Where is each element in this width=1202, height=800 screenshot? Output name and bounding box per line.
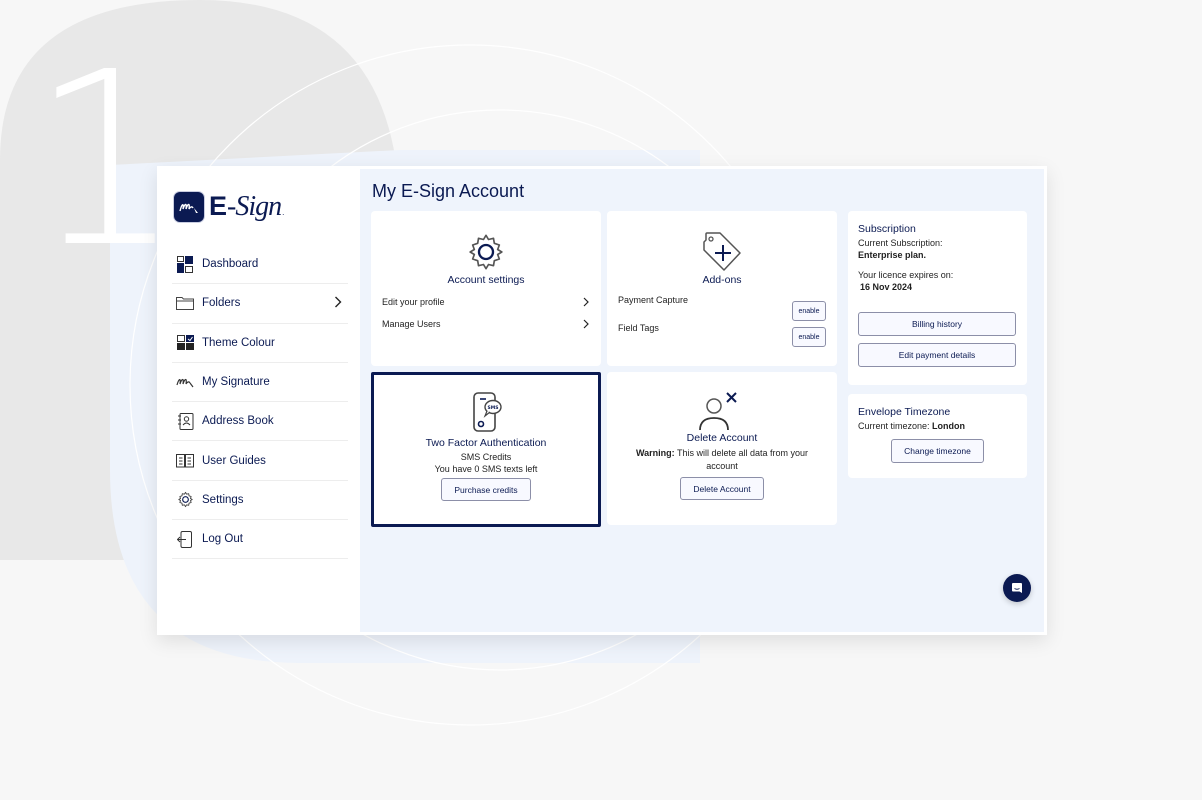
addons-title: Add-ons (702, 274, 742, 286)
addons-card: Add-ons Payment Capture enable Field Tag… (607, 211, 837, 366)
sms-badge-text: SMS (488, 405, 499, 411)
sidebar-item-my-signature[interactable]: My Signature (172, 363, 348, 403)
edit-profile-link[interactable]: Edit your profile (382, 297, 590, 307)
page-title: My E-Sign Account (372, 181, 525, 201)
current-subscription-value: Enterprise plan. (858, 250, 927, 260)
account-settings-card: Account settings Edit your profile Manag… (371, 211, 601, 366)
address-book-icon (176, 412, 194, 430)
sidebar-item-log-out[interactable]: Log Out (172, 520, 348, 560)
sidebar-item-label: Dashboard (202, 258, 259, 271)
brand-logo[interactable]: E -Sign . (174, 187, 348, 227)
signature-icon (176, 373, 194, 391)
gear-icon (176, 491, 194, 509)
folder-icon (176, 294, 194, 312)
addon-row: Field Tags enable (618, 323, 826, 347)
main-content: My E-Sign Account Account settings Edit … (360, 169, 1044, 632)
addon-label: Field Tags (618, 323, 659, 333)
app-window: E -Sign . Dashboard Folders Theme Colour… (157, 166, 1047, 635)
sidebar-item-label: My Signature (202, 376, 270, 389)
current-timezone-value: London (932, 421, 966, 431)
edit-payment-details-button[interactable]: Edit payment details (858, 343, 1016, 367)
gear-icon (371, 232, 601, 274)
signature-logo-icon (174, 192, 204, 222)
change-timezone-button[interactable]: Change timezone (891, 439, 984, 463)
purchase-credits-button[interactable]: Purchase credits (441, 478, 531, 501)
user-remove-icon (607, 390, 837, 432)
edit-profile-label: Edit your profile (382, 297, 445, 307)
current-subscription-label: Current Subscription: (858, 238, 943, 248)
two-factor-title: Two Factor Authentication (425, 437, 547, 449)
addon-label: Payment Capture (618, 295, 689, 305)
manage-users-label: Manage Users (382, 319, 441, 329)
sms-credits-label: SMS Credits (460, 452, 512, 462)
sidebar-item-address-book[interactable]: Address Book (172, 402, 348, 442)
chat-icon (1012, 583, 1022, 593)
sidebar-item-user-guides[interactable]: User Guides (172, 441, 348, 481)
enable-field-tags-button[interactable]: enable (792, 327, 826, 347)
brand-name-suffix: -Sign (227, 191, 282, 222)
theme-icon (176, 334, 194, 352)
sidebar-item-folders[interactable]: Folders (172, 284, 348, 324)
chevron-right-icon (583, 297, 589, 307)
tag-plus-icon (607, 232, 837, 274)
sms-remaining-text: You have 0 SMS texts left (434, 464, 538, 474)
sidebar-item-label: User Guides (202, 454, 266, 467)
subscription-card: Subscription Current Subscription: Enter… (848, 211, 1027, 385)
billing-history-button[interactable]: Billing history (858, 312, 1016, 336)
current-timezone-label: Current timezone: (858, 421, 933, 431)
sidebar-item-label: Folders (202, 297, 241, 310)
chevron-right-icon (583, 319, 589, 329)
sidebar: E -Sign . Dashboard Folders Theme Colour… (160, 169, 360, 632)
current-timezone-text: Current timezone: London (858, 421, 1017, 431)
sidebar-item-settings[interactable]: Settings (172, 481, 348, 521)
enable-payment-capture-button[interactable]: enable (792, 301, 826, 321)
sidebar-item-theme-colour[interactable]: Theme Colour (172, 324, 348, 363)
delete-account-title: Delete Account (686, 432, 758, 444)
brand-name-prefix: E (209, 191, 228, 221)
timezone-card: Envelope Timezone Current timezone: Lond… (848, 394, 1027, 478)
sidebar-item-dashboard[interactable]: Dashboard (172, 245, 348, 285)
two-factor-card[interactable]: SMS Two Factor Authentication SMS Credit… (371, 372, 601, 527)
brand-dot: . (282, 208, 285, 217)
sidebar-item-label: Settings (202, 493, 244, 506)
manage-users-link[interactable]: Manage Users (382, 319, 590, 329)
delete-account-card: Delete Account Warning: This will delete… (607, 372, 837, 525)
book-icon (176, 452, 194, 470)
chat-support-button[interactable] (1003, 574, 1031, 602)
account-settings-title: Account settings (447, 274, 525, 286)
licence-expiry-value: 16 Nov 2024 (860, 282, 913, 292)
warning-label: Warning: (635, 448, 675, 458)
phone-sms-icon: SMS (374, 392, 598, 435)
timezone-title: Envelope Timezone (858, 406, 951, 418)
delete-account-button[interactable]: Delete Account (680, 477, 764, 501)
delete-warning-text: Warning: This will delete all data from … (627, 447, 817, 473)
addon-row: Payment Capture enable (618, 295, 826, 321)
licence-expiry-label: Your licence expires on: (858, 270, 954, 280)
subscription-title: Subscription (858, 223, 916, 235)
sidebar-item-label: Log Out (202, 533, 243, 546)
logout-icon (176, 530, 194, 548)
warning-body: This will delete all data from your acco… (674, 448, 809, 472)
chevron-right-icon[interactable] (334, 295, 342, 313)
sidebar-item-label: Theme Colour (202, 336, 275, 349)
dashboard-icon (176, 255, 194, 273)
sidebar-item-label: Address Book (202, 415, 274, 428)
